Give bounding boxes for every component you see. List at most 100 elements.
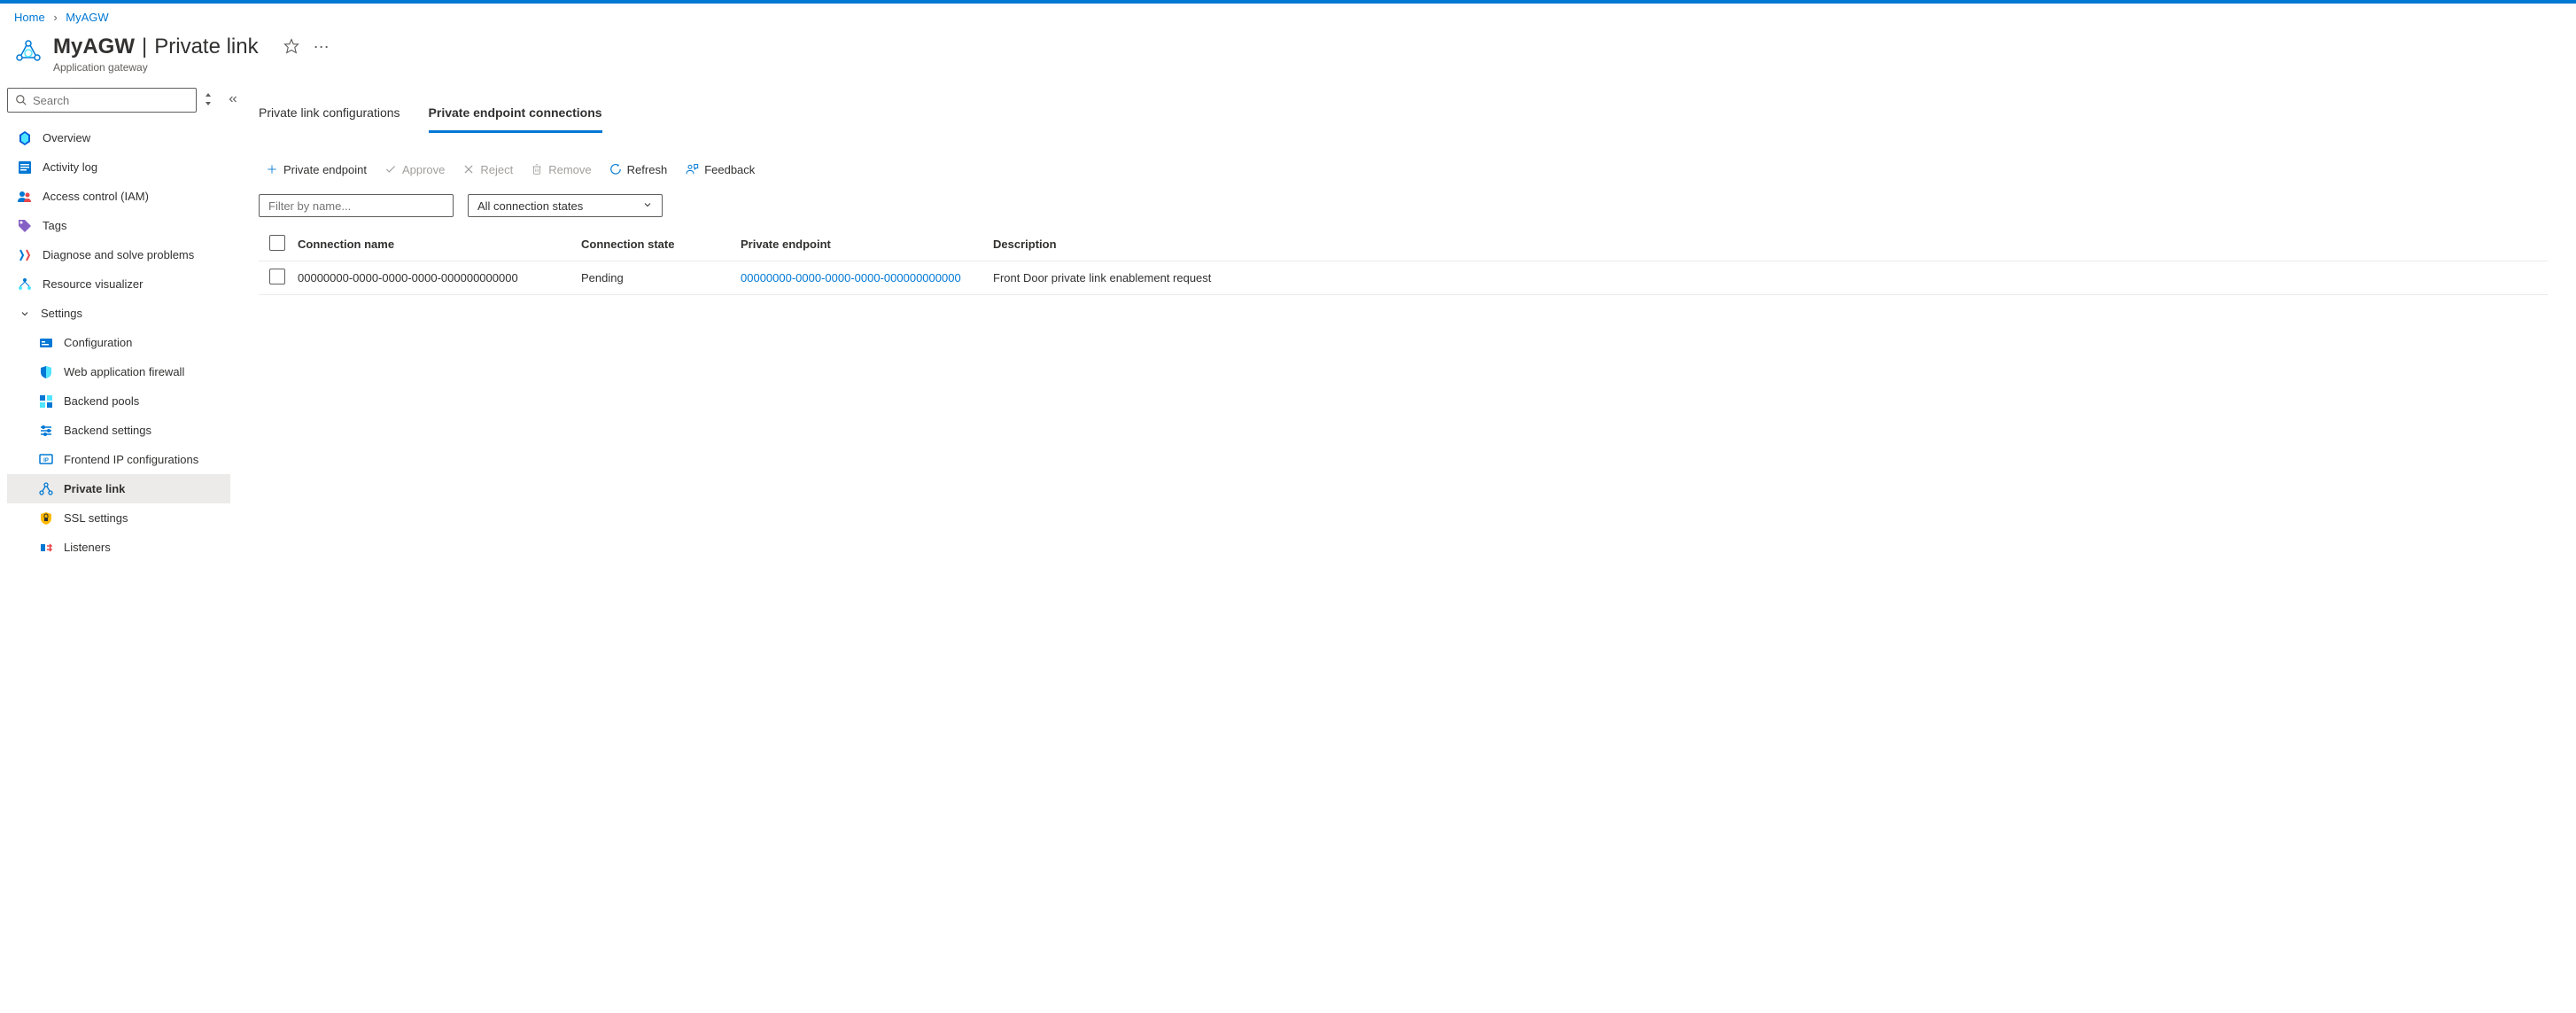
sidebar-item-backend-pools[interactable]: Backend pools xyxy=(7,386,230,416)
sidebar-item-backend-settings[interactable]: Backend settings xyxy=(7,416,230,445)
sidebar-item-label: Backend pools xyxy=(64,394,139,408)
column-header-endpoint[interactable]: Private endpoint xyxy=(741,238,993,251)
column-header-name[interactable]: Connection name xyxy=(298,238,581,251)
cell-private-endpoint-link[interactable]: 00000000-0000-0000-0000-000000000000 xyxy=(741,271,961,284)
more-actions-icon[interactable]: ⋯ xyxy=(314,39,330,55)
sidebar-item-label: Private link xyxy=(64,482,125,495)
sidebar-item-label: Listeners xyxy=(64,541,111,554)
sidebar-item-label: Activity log xyxy=(43,160,97,174)
filters: All connection states xyxy=(259,194,2548,217)
overview-icon xyxy=(18,131,32,145)
page-title-row: MyAGW | Private link ⋯ xyxy=(53,35,2562,59)
feedback-icon xyxy=(685,162,699,176)
breadcrumb-home[interactable]: Home xyxy=(14,11,45,24)
remove-button[interactable]: Remove xyxy=(531,163,591,176)
activity-log-icon xyxy=(18,160,32,175)
page-header: MyAGW | Private link ⋯ Application gatew… xyxy=(0,31,2576,88)
toolbar-label: Refresh xyxy=(627,163,668,176)
x-icon xyxy=(462,163,475,175)
search-icon xyxy=(15,94,27,106)
sidebar-item-label: Tags xyxy=(43,219,66,232)
feedback-button[interactable]: Feedback xyxy=(685,162,755,176)
chevron-down-icon xyxy=(642,199,653,213)
table-row[interactable]: 00000000-0000-0000-0000-000000000000 Pen… xyxy=(259,261,2548,295)
shield-icon xyxy=(39,365,53,379)
configuration-icon xyxy=(39,336,53,350)
cell-connection-name: 00000000-0000-0000-0000-000000000000 xyxy=(298,271,581,284)
toolbar-label: Remove xyxy=(548,163,591,176)
table-header: Connection name Connection state Private… xyxy=(259,228,2548,261)
toolbar-label: Feedback xyxy=(704,163,755,176)
sidebar-item-frontend-ip[interactable]: IP Frontend IP configurations xyxy=(7,445,230,474)
sidebar-item-activity-log[interactable]: Activity log xyxy=(7,152,230,182)
toolbar-label: Approve xyxy=(402,163,445,176)
sidebar-item-ssl-settings[interactable]: SSL settings xyxy=(7,503,230,533)
sidebar-item-diagnose[interactable]: Diagnose and solve problems xyxy=(7,240,230,269)
cell-connection-state: Pending xyxy=(581,271,741,284)
sidebar-item-private-link[interactable]: Private link xyxy=(7,474,230,503)
toolbar-label: Reject xyxy=(480,163,513,176)
sidebar-item-label: Frontend IP configurations xyxy=(64,453,198,466)
chevron-down-icon xyxy=(18,307,32,321)
reject-button[interactable]: Reject xyxy=(462,163,513,176)
expand-collapse-icon[interactable] xyxy=(204,93,213,108)
main-content: Private link configurations Private endp… xyxy=(230,88,2576,562)
plus-icon xyxy=(266,163,278,175)
tabs: Private link configurations Private endp… xyxy=(259,88,2548,134)
sidebar-item-configuration[interactable]: Configuration xyxy=(7,328,230,357)
page-subtitle: Application gateway xyxy=(53,61,2562,74)
favorite-star-icon[interactable] xyxy=(283,38,299,57)
connection-states-dropdown[interactable]: All connection states xyxy=(468,194,663,217)
sidebar-item-access-control[interactable]: Access control (IAM) xyxy=(7,182,230,211)
sidebar-group-settings[interactable]: Settings xyxy=(7,299,230,328)
sidebar-item-label: Backend settings xyxy=(64,424,151,437)
cell-description: Front Door private link enablement reque… xyxy=(993,271,2537,284)
access-control-icon xyxy=(18,190,32,204)
private-link-icon xyxy=(39,482,53,496)
ssl-icon xyxy=(39,511,53,526)
backend-pools-icon xyxy=(39,394,53,409)
dropdown-value: All connection states xyxy=(477,199,583,213)
sidebar-item-waf[interactable]: Web application firewall xyxy=(7,357,230,386)
approve-button[interactable]: Approve xyxy=(384,163,445,176)
sidebar-item-label: Access control (IAM) xyxy=(43,190,149,203)
tab-private-endpoint-connections[interactable]: Private endpoint connections xyxy=(429,95,602,133)
refresh-icon xyxy=(609,163,622,175)
connections-table: Connection name Connection state Private… xyxy=(259,228,2548,295)
sidebar-item-label: Diagnose and solve problems xyxy=(43,248,194,261)
frontend-ip-icon: IP xyxy=(39,453,53,467)
column-header-description[interactable]: Description xyxy=(993,238,2537,251)
app-gateway-icon xyxy=(14,38,43,66)
sidebar-item-label: SSL settings xyxy=(64,511,128,525)
page-title-divider: | xyxy=(142,35,147,59)
sidebar-search-input[interactable] xyxy=(33,94,189,107)
sidebar-item-label: Overview xyxy=(43,131,90,144)
sidebar-item-label: Configuration xyxy=(64,336,132,349)
select-all-checkbox[interactable] xyxy=(269,235,285,251)
sidebar-search[interactable] xyxy=(7,88,197,113)
add-private-endpoint-button[interactable]: Private endpoint xyxy=(266,163,367,176)
check-icon xyxy=(384,163,397,175)
filter-by-name-input[interactable] xyxy=(259,194,454,217)
sidebar-item-label: Web application firewall xyxy=(64,365,184,378)
tags-icon xyxy=(18,219,32,233)
sidebar: Overview Activity log Access control (IA… xyxy=(0,88,230,562)
row-checkbox[interactable] xyxy=(269,269,285,284)
backend-settings-icon xyxy=(39,424,53,438)
sidebar-item-overview[interactable]: Overview xyxy=(7,123,230,152)
listeners-icon xyxy=(39,541,53,555)
tab-private-link-configurations[interactable]: Private link configurations xyxy=(259,95,400,133)
page-title-name: MyAGW xyxy=(53,35,135,59)
breadcrumb-myagw[interactable]: MyAGW xyxy=(66,11,108,24)
toolbar-label: Private endpoint xyxy=(283,163,367,176)
breadcrumb-separator: › xyxy=(53,11,57,24)
sidebar-item-listeners[interactable]: Listeners xyxy=(7,533,230,562)
breadcrumb: Home › MyAGW xyxy=(0,4,2576,31)
refresh-button[interactable]: Refresh xyxy=(609,163,668,176)
sidebar-item-resource-visualizer[interactable]: Resource visualizer xyxy=(7,269,230,299)
sidebar-group-label: Settings xyxy=(41,307,82,320)
sidebar-item-tags[interactable]: Tags xyxy=(7,211,230,240)
sidebar-item-label: Resource visualizer xyxy=(43,277,143,291)
trash-icon xyxy=(531,163,543,175)
column-header-state[interactable]: Connection state xyxy=(581,238,741,251)
